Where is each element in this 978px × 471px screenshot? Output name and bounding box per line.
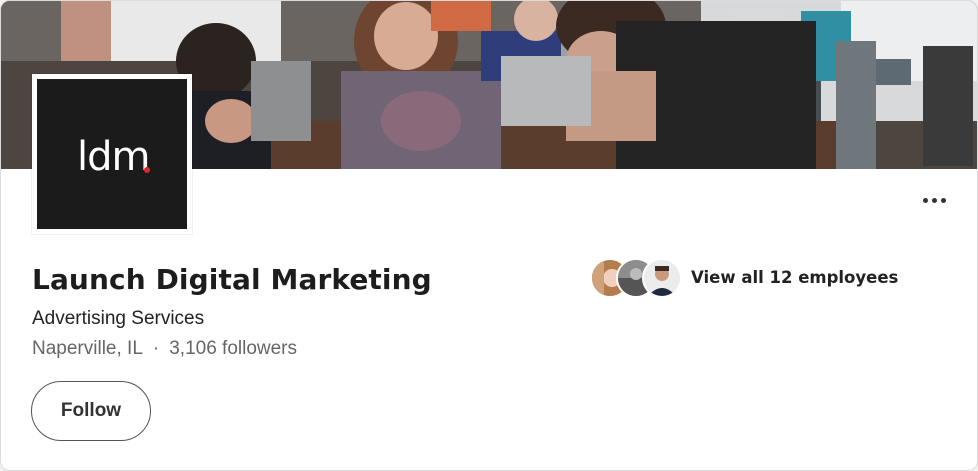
company-meta: Naperville, IL · 3,106 followers	[32, 338, 297, 360]
company-logo: ldm	[32, 74, 192, 234]
logo-text: ldm	[77, 134, 150, 180]
view-employees-link[interactable]: View all 12 employees	[590, 257, 899, 298]
avatar	[642, 258, 682, 298]
company-location: Naperville, IL	[32, 338, 143, 359]
meta-separator: ·	[152, 338, 160, 359]
more-horizontal-icon	[940, 197, 946, 203]
more-options-button[interactable]	[917, 187, 951, 213]
company-industry: Advertising Services	[32, 308, 205, 329]
company-card: ldm Launch Digital Marketing Advertising…	[0, 0, 978, 471]
view-employees-label: View all 12 employees	[691, 267, 899, 287]
company-logo-mark: ldm	[37, 79, 187, 229]
follow-button[interactable]: Follow	[31, 381, 151, 441]
company-name: Launch Digital Marketing	[32, 263, 432, 296]
employee-avatars	[590, 257, 682, 298]
logo-accent-dot	[144, 167, 150, 173]
more-horizontal-icon	[931, 197, 937, 203]
company-followers[interactable]: 3,106 followers	[169, 338, 297, 360]
avatar-image	[644, 260, 680, 296]
more-horizontal-icon	[922, 197, 928, 203]
